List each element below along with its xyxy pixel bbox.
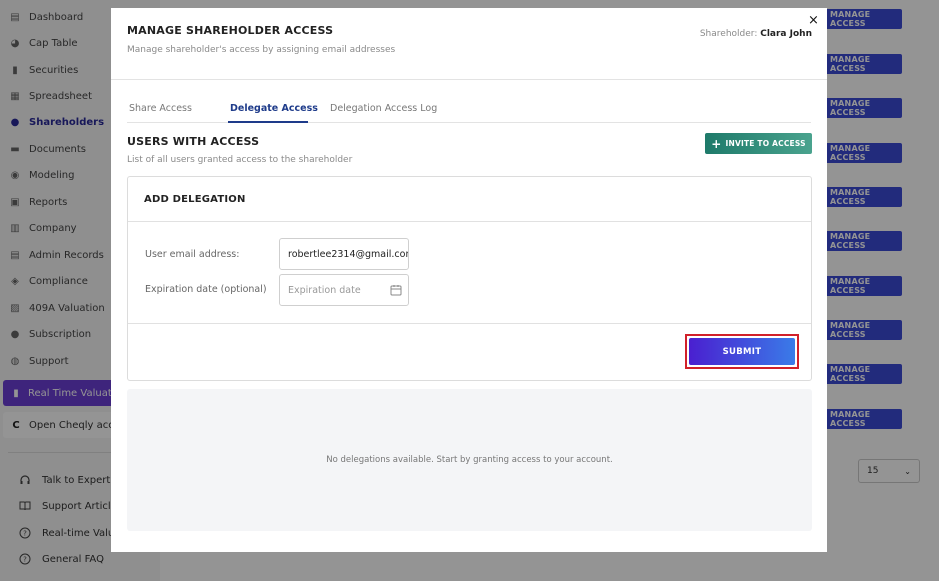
submit-button[interactable]: SUBMIT bbox=[689, 338, 795, 365]
shareholder-name: Clara John bbox=[760, 29, 812, 39]
submit-highlight: SUBMIT bbox=[685, 334, 799, 369]
manage-shareholder-access-modal: MANAGE SHAREHOLDER ACCESS Manage shareho… bbox=[111, 8, 827, 552]
active-tab-indicator bbox=[228, 121, 308, 123]
email-field[interactable]: robertlee2314@gmail.com bbox=[279, 238, 409, 270]
users-with-access-subtitle: List of all users granted access to the … bbox=[127, 155, 353, 165]
expiration-date-field[interactable]: Expiration date bbox=[279, 274, 409, 306]
access-tabs: Share Access Delegate Access Delegation … bbox=[127, 101, 811, 123]
card-divider bbox=[128, 323, 811, 324]
modal-subtitle: Manage shareholder's access by assigning… bbox=[127, 45, 396, 55]
close-icon[interactable]: × bbox=[808, 13, 819, 29]
add-delegation-card: ADD DELEGATION User email address: rober… bbox=[127, 176, 812, 381]
empty-state-message: No delegations available. Start by grant… bbox=[326, 455, 613, 465]
email-label: User email address: bbox=[145, 249, 240, 260]
delegations-empty-state: No delegations available. Start by grant… bbox=[127, 389, 812, 531]
expiration-date-placeholder: Expiration date bbox=[288, 284, 361, 296]
shareholder-label: Shareholder: bbox=[699, 29, 758, 39]
plus-icon: + bbox=[711, 136, 722, 151]
card-title: ADD DELEGATION bbox=[144, 194, 246, 205]
shareholder-info: Shareholder: Clara John bbox=[700, 29, 812, 39]
expiration-date-label: Expiration date (optional) bbox=[145, 284, 267, 295]
tab-delegate-access[interactable]: Delegate Access bbox=[230, 103, 318, 114]
modal-header: MANAGE SHAREHOLDER ACCESS Manage shareho… bbox=[111, 8, 827, 80]
invite-label: INVITE TO ACCESS bbox=[725, 139, 806, 148]
card-header: ADD DELEGATION bbox=[128, 177, 811, 222]
invite-to-access-button[interactable]: + INVITE TO ACCESS bbox=[705, 133, 812, 154]
calendar-icon[interactable] bbox=[390, 284, 402, 296]
tab-share-access[interactable]: Share Access bbox=[129, 103, 192, 114]
modal-title: MANAGE SHAREHOLDER ACCESS bbox=[127, 24, 334, 37]
users-with-access-title: USERS WITH ACCESS bbox=[127, 135, 260, 148]
tab-delegation-access-log[interactable]: Delegation Access Log bbox=[330, 103, 437, 114]
